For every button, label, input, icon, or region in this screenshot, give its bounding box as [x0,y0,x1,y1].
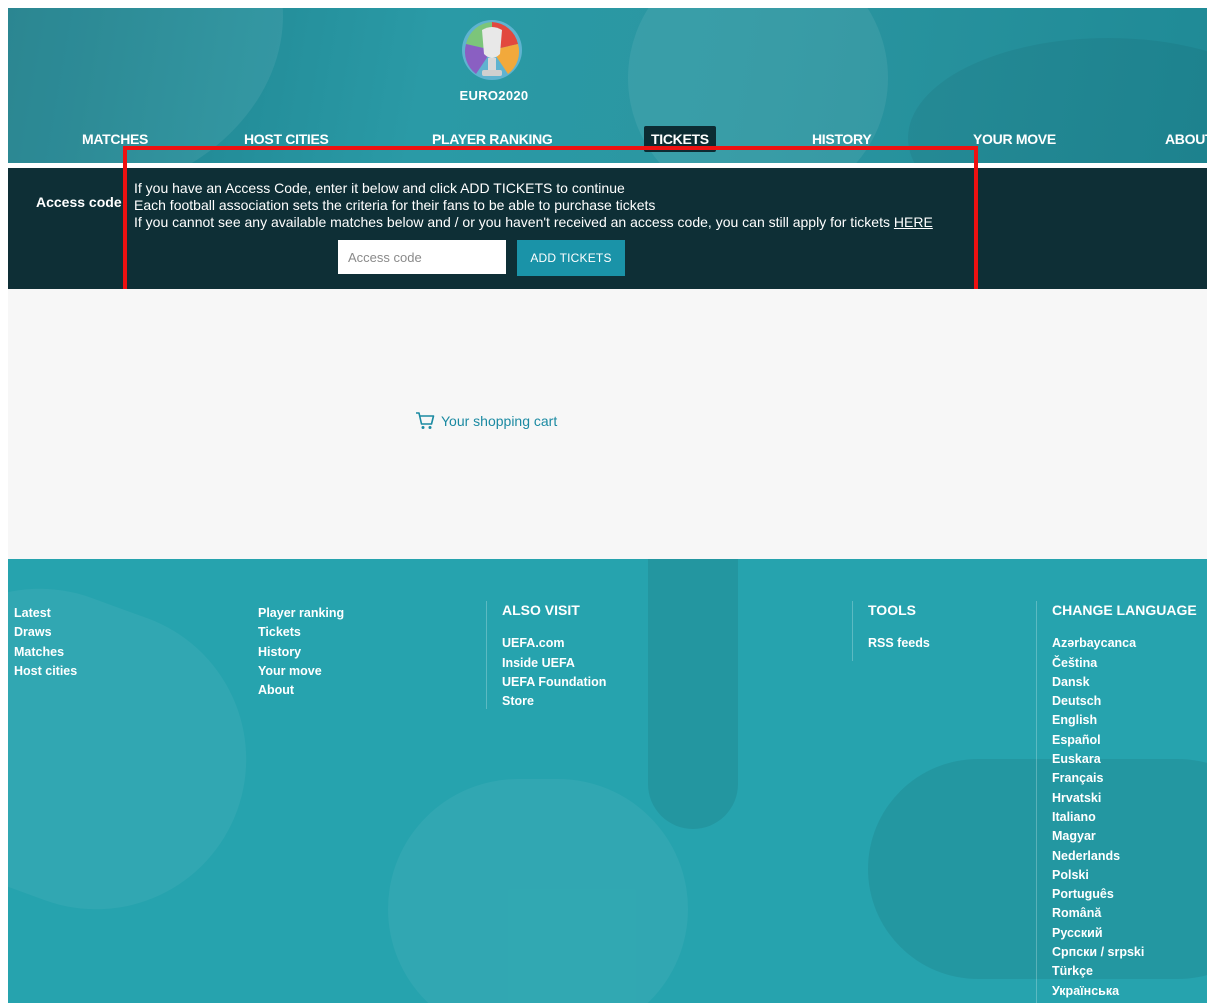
language-option[interactable]: Français [1052,769,1197,788]
footer-link[interactable]: Tickets [258,623,344,642]
language-option[interactable]: Português [1052,885,1197,904]
language-option[interactable]: Čeština [1052,654,1197,673]
logo-text: EURO2020 [459,88,529,103]
footer-link[interactable]: History [258,643,344,662]
footer-link[interactable]: Store [502,692,606,711]
main-content: Your shopping cart [8,289,1207,559]
tools-heading: TOOLS [868,602,916,618]
language-option[interactable]: Dansk [1052,673,1197,692]
language-option[interactable]: Hrvatski [1052,789,1197,808]
footer-link[interactable]: Inside UEFA [502,654,606,673]
divider [852,601,853,661]
divider [486,601,487,709]
language-option[interactable]: Magyar [1052,827,1197,846]
footer-link[interactable]: Matches [14,643,77,662]
language-option[interactable]: Azərbaycanca [1052,634,1197,653]
footer-link[interactable]: Draws [14,623,77,642]
shopping-cart-link[interactable]: Your shopping cart [415,412,557,430]
footer-link[interactable]: Latest [14,604,77,623]
change-language-heading: CHANGE LANGUAGE [1052,602,1197,618]
footer-link[interactable]: RSS feeds [868,634,930,653]
footer-also-visit: ALSO VISIT UEFA.com Inside UEFA UEFA Fou… [502,601,606,711]
language-option[interactable]: Deutsch [1052,692,1197,711]
language-option[interactable]: Italiano [1052,808,1197,827]
site-header: EURO2020 MATCHES HOST CITIES PLAYER RANK… [8,8,1207,163]
shopping-cart-label: Your shopping cart [441,413,558,429]
access-code-label: Access code [36,194,122,210]
footer-link[interactable]: Host cities [14,662,77,681]
language-option[interactable]: Română [1052,904,1197,923]
footer-link[interactable]: UEFA.com [502,634,606,653]
language-option[interactable]: Euskara [1052,750,1197,769]
footer-link[interactable]: UEFA Foundation [502,673,606,692]
language-option[interactable]: Nederlands [1052,847,1197,866]
footer-links-col1: Latest Draws Matches Host cities [14,604,77,681]
site-footer: Latest Draws Matches Host cities Player … [8,559,1207,1003]
language-option[interactable]: Русский [1052,924,1197,943]
also-visit-heading: ALSO VISIT [502,602,580,618]
footer-language: CHANGE LANGUAGE Azərbaycanca Čeština Dan… [1052,601,1197,1001]
divider [1036,601,1037,1003]
nav-about[interactable]: ABOUT [1158,126,1207,152]
footer-link[interactable]: About [258,681,344,700]
language-option[interactable]: Türkçe [1052,962,1197,981]
footer-link[interactable]: Player ranking [258,604,344,623]
language-option[interactable]: Español [1052,731,1197,750]
footer-link[interactable]: Your move [258,662,344,681]
cart-icon [416,412,435,429]
footer-tools: TOOLS RSS feeds [868,601,930,654]
language-option[interactable]: English [1052,711,1197,730]
nav-your-move[interactable]: YOUR MOVE [966,126,1063,152]
language-option[interactable]: Српски / srpski [1052,943,1197,962]
footer-links-col2: Player ranking Tickets History Your move… [258,604,344,700]
language-option[interactable]: Polski [1052,866,1197,885]
language-option[interactable]: Українська [1052,982,1197,1001]
